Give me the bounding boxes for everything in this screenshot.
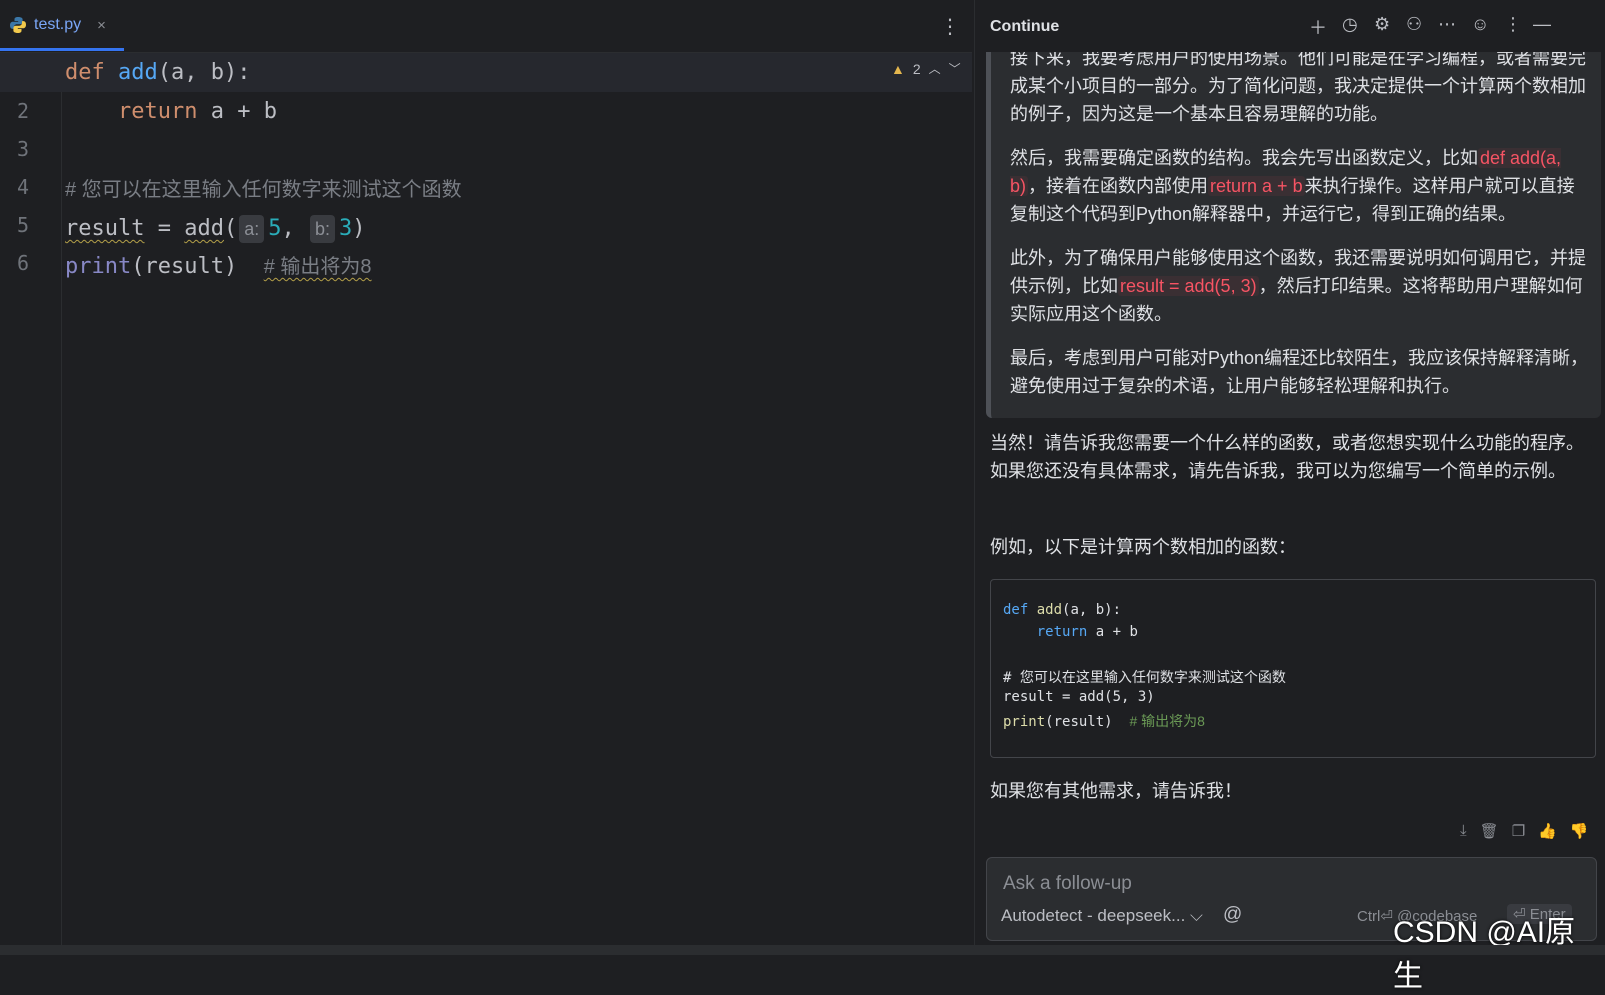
keyword: def <box>65 60 105 85</box>
keyword: return <box>1036 624 1088 640</box>
editor-tab-bar: test.py × ⋮ <box>0 0 972 53</box>
thumbs-down-icon[interactable]: 👎 <box>1570 822 1589 840</box>
function-name: add <box>1036 602 1063 618</box>
followup-input[interactable] <box>1001 870 1585 898</box>
code-text: ( <box>223 216 238 241</box>
minimize-icon[interactable]: — <box>1533 14 1551 35</box>
code-text: a + b <box>1087 624 1138 640</box>
builtin-function: print <box>65 254 132 279</box>
active-tab-indicator <box>0 48 124 51</box>
code-comment: # 您可以在这里输入任何数字来测试这个函数 <box>1003 670 1286 686</box>
code-text: (result) <box>1045 714 1130 730</box>
extensions-icon[interactable]: ☺ <box>1471 14 1489 35</box>
parameter-hint-a: a: <box>239 215 265 243</box>
spacing <box>237 254 264 279</box>
code-line-4[interactable]: # 您可以在这里输入任何数字来测试这个函数 <box>65 170 462 209</box>
inspection-widget[interactable]: ▲ 2 ︿ ﹀ <box>885 58 967 79</box>
model-selector[interactable]: Autodetect - deepseek... ⌵ <box>1001 906 1203 926</box>
text: 然后，我需要确定函数的结构。我会先写出函数定义，比如 <box>1010 148 1478 168</box>
panel-header: Continue ＋ ◷ ⚙ ⚇ ⋯ ☺ ⋮ — <box>975 0 1605 52</box>
inline-code: result = add(5, 3) <box>1118 276 1259 296</box>
reasoning-block: 接下来，我要考虑用户的使用场景。他们可能是在学习编程，或者需要完成某个小项目的一… <box>986 52 1601 418</box>
chevron-down-icon[interactable]: ﹀ <box>949 60 961 77</box>
at-mention-button[interactable]: @ <box>1223 904 1242 926</box>
code-line-5[interactable]: result = add(a: 5, b: 3) <box>65 209 366 248</box>
gear-icon[interactable]: ⚙ <box>1374 14 1390 35</box>
keyword: return <box>117 99 198 124</box>
code-line: return a + b <box>1003 624 1138 640</box>
code-line: result = add(5, 3) <box>1003 689 1155 705</box>
code-text: a + b <box>197 99 277 124</box>
trash-icon[interactable]: 🗑 <box>1480 822 1499 840</box>
more-vertical-icon[interactable]: ⋮ <box>1504 14 1522 35</box>
code-line-6[interactable]: print(result) # 输出将为8 <box>65 247 372 286</box>
copy-icon[interactable]: ❐ <box>1512 822 1525 840</box>
inline-code: return a + b <box>1208 176 1305 196</box>
reply-paragraph: 如果您有其他需求，请告诉我！ <box>990 781 1242 801</box>
code-comment: # 输出将为8 <box>263 256 372 278</box>
thumbs-up-icon[interactable]: 👍 <box>1538 822 1557 840</box>
code-line-2[interactable]: return a + b <box>65 92 277 131</box>
line-number: 3 <box>16 137 30 161</box>
warning-icon: ▲ <box>891 60 905 77</box>
chevron-up-icon[interactable]: ︿ <box>929 60 941 77</box>
reasoning-paragraph: 最后，考虑到用户可能对Python编程还比较陌生，我应该保持解释清晰，避免使用过… <box>1010 348 1589 396</box>
user-icon[interactable]: ⚇ <box>1406 14 1422 35</box>
code-line: print(result) # 输出将为8 <box>1003 711 1205 731</box>
reply-code-block[interactable]: def add(a, b): return a + b # 您可以在这里输入任何… <box>990 579 1596 758</box>
line-number: 5 <box>16 213 30 237</box>
number-literal: 3 <box>339 216 353 241</box>
python-file-icon <box>10 17 26 33</box>
number-literal: 5 <box>268 216 282 241</box>
code-text: (result) <box>131 254 238 279</box>
editor-pane: test.py × ⋮ 1 2 3 4 5 6 def add(a, b): r… <box>0 0 972 945</box>
code-text: ) <box>352 216 366 241</box>
more-options-icon[interactable]: ⋮ <box>940 14 960 39</box>
code-comment: # 输出将为8 <box>1129 713 1205 729</box>
line-number: 4 <box>16 175 30 199</box>
builtin-function: print <box>1003 714 1046 730</box>
reply-paragraph: 当然！请告诉我您需要一个什么样的函数，或者您想实现什么功能的程序。如果您还没有具… <box>990 433 1584 481</box>
code-text: , <box>281 216 308 241</box>
code-line: def add(a, b): <box>1003 602 1121 618</box>
line-number: 6 <box>16 251 30 275</box>
tab-label: test.py <box>34 16 82 33</box>
keyword: def <box>1003 602 1029 618</box>
reasoning-paragraph: 接下来，我要考虑用户的使用场景。他们可能是在学习编程，或者需要完成某个小项目的一… <box>1010 52 1586 124</box>
reply-paragraph: 例如，以下是计算两个数相加的函数： <box>990 537 1296 557</box>
text: ，接着在函数内部使用 <box>1028 176 1209 196</box>
code-text: (a, b): <box>157 60 251 85</box>
function-call: add <box>184 216 224 241</box>
code-text: = <box>144 216 185 241</box>
reasoning-paragraph: 此外，为了确保用户能够使用这个函数，我还需要说明如何调用它，并提供示例，比如 re… <box>1010 244 1590 328</box>
code-text: (a, b): <box>1062 602 1122 618</box>
variable: result <box>65 216 145 241</box>
message-actions: ⤓ 🗑 ❐ 👍 👎 <box>1460 822 1589 840</box>
status-bar <box>0 945 1605 955</box>
parameter-hint-b: b: <box>310 215 336 243</box>
panel-title: Continue <box>990 18 1060 35</box>
continue-generation-icon[interactable]: ⤓ <box>1460 822 1467 840</box>
tab-test-py[interactable]: test.py × <box>0 0 124 50</box>
code-line-1[interactable]: def add(a, b): <box>0 53 972 92</box>
history-icon[interactable]: ◷ <box>1342 14 1358 35</box>
reasoning-paragraph: 然后，我需要确定函数的结构。我会先写出函数定义，比如 def add(a, b)，… <box>1010 144 1590 228</box>
function-name: add <box>118 60 158 85</box>
warning-count: 2 <box>912 60 921 77</box>
close-icon[interactable]: × <box>97 17 106 34</box>
code-comment: # 您可以在这里输入任何数字来测试这个函数 <box>65 179 462 201</box>
line-number: 2 <box>16 99 30 123</box>
continue-panel: Continue ＋ ◷ ⚙ ⚇ ⋯ ☺ ⋮ — 接下来，我要考虑用户的使用场景… <box>974 0 1605 945</box>
line-number-gutter: 1 2 3 4 5 6 <box>0 53 62 945</box>
plus-icon[interactable]: ＋ <box>1309 14 1327 40</box>
more-horizontal-icon[interactable]: ⋯ <box>1438 14 1456 35</box>
